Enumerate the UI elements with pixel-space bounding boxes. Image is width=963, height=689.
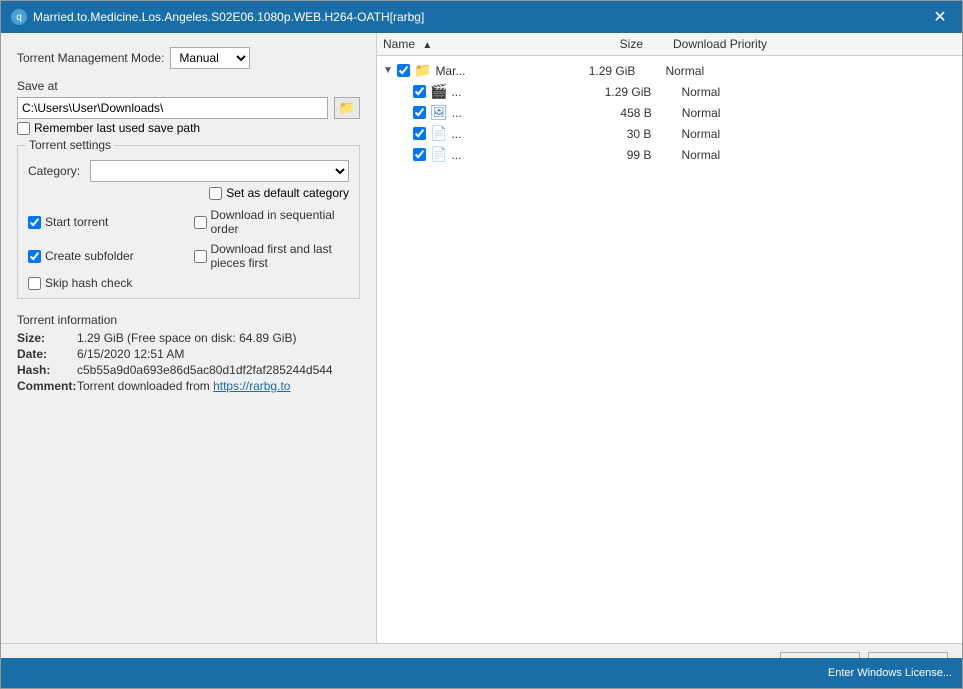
title-bar-left: q Married.to.Medicine.Los.Angeles.S02E06… xyxy=(11,9,424,25)
sequential-label: Download in sequential order xyxy=(211,208,350,236)
start-torrent-label: Start torrent xyxy=(45,215,108,229)
info-hash-value: c5b55a9d0a693e86d5ac80d1df2faf285244d544 xyxy=(77,363,333,377)
name-sort-arrow: ▲ xyxy=(422,40,432,51)
torrent-settings-group: Torrent settings Category: Set as defaul… xyxy=(17,145,360,299)
tree-row[interactable]: 📄 ... 99 B Normal xyxy=(377,144,962,165)
checkbox-first-last: Download first and last pieces first xyxy=(194,242,350,270)
row-checkbox[interactable] xyxy=(413,106,426,119)
row-size: 99 B xyxy=(591,148,671,162)
info-comment-label: Comment: xyxy=(17,379,77,393)
row-checkbox[interactable] xyxy=(413,127,426,140)
remember-label: Remember last used save path xyxy=(34,121,200,135)
close-button[interactable]: ✕ xyxy=(928,5,952,29)
taskbar-text: Enter Windows License... xyxy=(828,667,952,679)
col-priority-header[interactable]: Download Priority xyxy=(663,37,956,51)
info-hash-row: Hash: c5b55a9d0a693e86d5ac80d1df2faf2852… xyxy=(17,363,360,377)
checkbox-skip-hash: Skip hash check xyxy=(28,276,184,290)
skip-hash-checkbox[interactable] xyxy=(28,277,41,290)
row-size: 1.29 GiB xyxy=(591,85,671,99)
windows-taskbar: Enter Windows License... xyxy=(1,658,962,688)
row-priority: Normal xyxy=(655,64,956,78)
tree-row[interactable]: 📄 ... 30 B Normal xyxy=(377,123,962,144)
management-mode-select[interactable]: Manual Automatic xyxy=(170,47,250,69)
default-category-row: Set as default category xyxy=(28,186,349,200)
window-title: Married.to.Medicine.Los.Angeles.S02E06.1… xyxy=(33,10,424,24)
torrent-settings-title: Torrent settings xyxy=(26,138,114,152)
right-panel: Name ▲ Size Download Priority ▼ 📁 Mar... xyxy=(376,33,962,643)
dialog-window: q Married.to.Medicine.Los.Angeles.S02E06… xyxy=(0,0,963,689)
subfolder-label: Create subfolder xyxy=(45,249,134,263)
remember-checkbox[interactable] xyxy=(17,122,30,135)
left-panel: Torrent Management Mode: Manual Automati… xyxy=(1,33,376,643)
subfolder-checkbox[interactable] xyxy=(28,250,41,263)
tree-row[interactable]: 🎬 ... 1.29 GiB Normal xyxy=(377,81,962,102)
row-size: 1.29 GiB xyxy=(575,64,655,78)
first-last-checkbox[interactable] xyxy=(194,250,207,263)
category-label: Category: xyxy=(28,164,84,178)
info-size-value: 1.29 GiB (Free space on disk: 64.89 GiB) xyxy=(77,331,296,345)
row-priority: Normal xyxy=(671,148,956,162)
row-checkbox[interactable] xyxy=(397,64,410,77)
file-icon: 📄 xyxy=(430,146,447,163)
tree-row[interactable]: ▼ 📁 Mar... 1.29 GiB Normal xyxy=(377,60,962,81)
expand-icon: ▼ xyxy=(383,65,397,76)
save-at-row: 📁 xyxy=(17,97,360,119)
info-date-row: Date: 6/15/2020 12:51 AM xyxy=(17,347,360,361)
tree-row[interactable]: 🖼 ... 458 B Normal xyxy=(377,102,962,123)
info-comment-row: Comment: Torrent downloaded from https:/… xyxy=(17,379,360,393)
row-name: ... xyxy=(451,85,591,99)
set-default-category-checkbox[interactable] xyxy=(209,187,222,200)
row-name: Mar... xyxy=(435,64,575,78)
file-icon: 🎬 xyxy=(430,83,447,100)
info-size-label: Size: xyxy=(17,331,77,345)
checkbox-subfolder: Create subfolder xyxy=(28,242,184,270)
save-at-label: Save at xyxy=(17,79,360,93)
row-priority: Normal xyxy=(671,85,956,99)
management-mode-label: Torrent Management Mode: xyxy=(17,51,164,65)
row-priority: Normal xyxy=(672,106,956,120)
category-select[interactable] xyxy=(90,160,349,182)
info-hash-label: Hash: xyxy=(17,363,77,377)
set-default-category-label: Set as default category xyxy=(226,186,349,200)
info-size-row: Size: 1.29 GiB (Free space on disk: 64.8… xyxy=(17,331,360,345)
folder-icon: 📁 xyxy=(414,62,431,79)
file-tree-body: ▼ 📁 Mar... 1.29 GiB Normal 🎬 ... 1.29 Gi… xyxy=(377,56,962,643)
category-row: Category: xyxy=(28,160,349,182)
management-mode-row: Torrent Management Mode: Manual Automati… xyxy=(17,47,360,69)
row-name: ... xyxy=(452,106,592,120)
torrent-info-section: Torrent information Size: 1.29 GiB (Free… xyxy=(17,313,360,395)
col-size-header[interactable]: Size xyxy=(583,37,663,51)
app-icon: q xyxy=(11,9,27,25)
row-checkbox[interactable] xyxy=(413,85,426,98)
row-name: ... xyxy=(451,148,591,162)
file-icon: 📄 xyxy=(430,125,447,142)
info-date-value: 6/15/2020 12:51 AM xyxy=(77,347,184,361)
skip-hash-label: Skip hash check xyxy=(45,276,132,290)
dialog-body: Torrent Management Mode: Manual Automati… xyxy=(1,33,962,643)
save-at-section: Save at 📁 Remember last used save path xyxy=(17,79,360,135)
start-torrent-checkbox[interactable] xyxy=(28,216,41,229)
sequential-checkbox[interactable] xyxy=(194,216,207,229)
first-last-label: Download first and last pieces first xyxy=(211,242,350,270)
save-path-input[interactable] xyxy=(17,97,328,119)
rarbg-link[interactable]: https://rarbg.to xyxy=(213,379,290,393)
info-date-label: Date: xyxy=(17,347,77,361)
row-checkbox[interactable] xyxy=(413,148,426,161)
info-comment-text: Torrent downloaded from https://rarbg.to xyxy=(77,379,290,393)
title-bar: q Married.to.Medicine.Los.Angeles.S02E06… xyxy=(1,1,962,33)
checkboxes-grid: Start torrent Download in sequential ord… xyxy=(28,208,349,290)
checkbox-start-torrent: Start torrent xyxy=(28,208,184,236)
row-priority: Normal xyxy=(671,127,956,141)
browse-folder-button[interactable]: 📁 xyxy=(334,97,360,119)
torrent-info-title: Torrent information xyxy=(17,313,360,327)
file-icon: 🖼 xyxy=(430,104,448,121)
checkbox-sequential: Download in sequential order xyxy=(194,208,350,236)
row-size: 458 B xyxy=(592,106,672,120)
file-tree-header: Name ▲ Size Download Priority xyxy=(377,33,962,56)
remember-row: Remember last used save path xyxy=(17,121,360,135)
col-name-header[interactable]: Name ▲ xyxy=(383,37,583,51)
row-name: ... xyxy=(451,127,591,141)
row-size: 30 B xyxy=(591,127,671,141)
